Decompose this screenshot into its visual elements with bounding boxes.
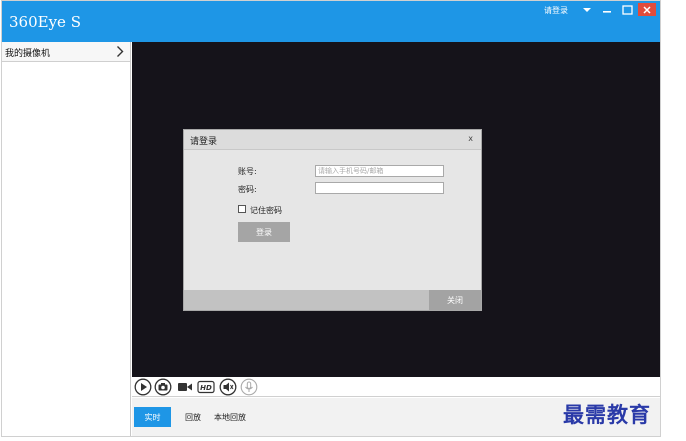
tab-live[interactable]: 实时 [134, 407, 171, 427]
password-label: 密码: [238, 185, 257, 194]
play-icon[interactable] [134, 378, 152, 396]
minimize-icon[interactable] [599, 4, 615, 16]
remember-password-checkbox[interactable] [238, 205, 246, 213]
password-input[interactable] [315, 182, 444, 194]
dialog-header: 请登录 x [184, 130, 481, 150]
camera-icon[interactable] [154, 378, 172, 396]
login-link[interactable]: 请登录 [544, 5, 568, 16]
chevron-right-icon [117, 46, 124, 57]
hd-label: HD [200, 384, 212, 392]
login-button[interactable]: 登录 [238, 222, 290, 242]
watermark-logo: 最需教育 [563, 402, 651, 427]
sidebar-item-label: 我的摄像机 [5, 49, 51, 59]
dialog-close-x-button[interactable]: x [468, 134, 473, 143]
sidebar-item-my-cameras[interactable]: 我的摄像机 [2, 42, 130, 62]
account-label: 账号: [238, 167, 257, 176]
microphone-icon[interactable] [240, 378, 258, 396]
close-window-icon[interactable] [638, 3, 656, 16]
dialog-title: 请登录 [190, 137, 218, 147]
title-bar: 360Eye S 请登录 [2, 1, 660, 42]
playback-control-bar: HD [132, 377, 660, 397]
dropdown-menu-icon[interactable] [579, 4, 595, 16]
dialog-footer: 关闭 [184, 290, 481, 310]
speaker-mute-icon[interactable] [219, 378, 237, 396]
video-record-icon[interactable] [177, 380, 193, 394]
maximize-icon[interactable] [619, 4, 635, 16]
sidebar: 我的摄像机 [2, 42, 131, 436]
close-button[interactable]: 关闭 [429, 290, 481, 310]
app-window: 360Eye S 请登录 我的摄像机 请登录 x 账号: 密码: [1, 0, 661, 437]
login-dialog: 请登录 x 账号: 密码: 记住密码 登录 关闭 [183, 129, 482, 311]
hd-icon[interactable]: HD [197, 380, 215, 394]
account-input[interactable] [315, 165, 444, 177]
app-title: 360Eye S [9, 13, 81, 31]
remember-password-label: 记住密码 [250, 206, 282, 215]
tab-playback[interactable]: 回放 [181, 407, 205, 427]
tab-local-playback[interactable]: 本地回放 [212, 407, 248, 427]
